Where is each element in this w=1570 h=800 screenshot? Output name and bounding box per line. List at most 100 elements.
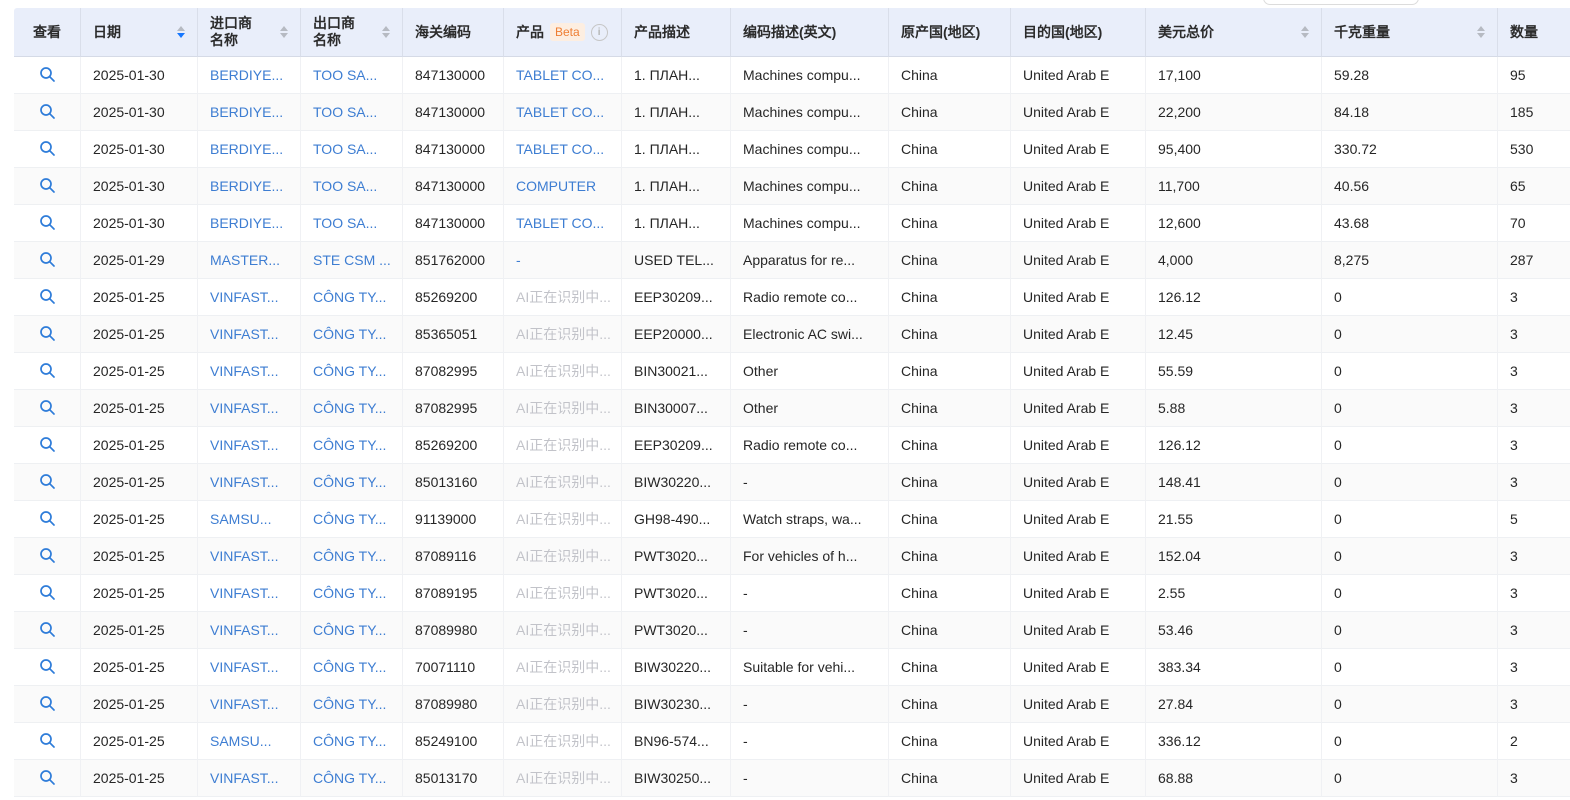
importer-link[interactable]: BERDIYE... xyxy=(210,141,283,157)
importer-link[interactable]: VINFAST... xyxy=(210,326,278,342)
view-details-button[interactable] xyxy=(36,175,58,197)
importer-link[interactable]: VINFAST... xyxy=(210,659,278,675)
header-importer[interactable]: 进口商 名称 xyxy=(198,8,301,57)
importer-link[interactable]: VINFAST... xyxy=(210,622,278,638)
hs-code-cell: 87089116 xyxy=(403,538,504,575)
sort-icon-date[interactable] xyxy=(177,26,185,39)
importer-link[interactable]: BERDIYE... xyxy=(210,104,283,120)
view-details-button[interactable] xyxy=(36,693,58,715)
importer-cell: SAMSU... xyxy=(198,723,301,760)
header-usd-total[interactable]: 美元总价 xyxy=(1146,8,1322,57)
search-icon xyxy=(39,140,56,157)
table-row: 2025-01-25 VINFAST... CÔNG TY... 8501317… xyxy=(14,760,1570,797)
view-details-button[interactable] xyxy=(36,249,58,271)
header-date[interactable]: 日期 xyxy=(81,8,198,57)
exporter-link[interactable]: CÔNG TY... xyxy=(313,437,386,453)
importer-link[interactable]: BERDIYE... xyxy=(210,215,283,231)
view-details-button[interactable] xyxy=(36,508,58,530)
exporter-link[interactable]: TOO SA... xyxy=(313,215,377,231)
usd-total-cell: 126.12 xyxy=(1146,427,1322,464)
exporter-link[interactable]: CÔNG TY... xyxy=(313,696,386,712)
importer-link[interactable]: VINFAST... xyxy=(210,437,278,453)
exporter-link[interactable]: CÔNG TY... xyxy=(313,733,386,749)
exporter-link[interactable]: CÔNG TY... xyxy=(313,548,386,564)
view-details-button[interactable] xyxy=(36,323,58,345)
exporter-link[interactable]: TOO SA... xyxy=(313,178,377,194)
product-cell-text[interactable]: TABLET CO... xyxy=(516,104,604,120)
view-details-button[interactable] xyxy=(36,286,58,308)
qty-cell: 3 xyxy=(1498,390,1570,427)
product-cell-text[interactable]: COMPUTER xyxy=(516,178,596,194)
product-cell-text[interactable]: - xyxy=(516,252,521,268)
importer-link[interactable]: BERDIYE... xyxy=(210,178,283,194)
exporter-cell: CÔNG TY... xyxy=(301,390,403,427)
header-weight-kg[interactable]: 千克重量 xyxy=(1322,8,1498,57)
product-cell-text[interactable]: TABLET CO... xyxy=(516,141,604,157)
exporter-link[interactable]: CÔNG TY... xyxy=(313,511,386,527)
header-code-desc-en-label: 编码描述(英文) xyxy=(743,24,836,40)
trade-data-table: 查看 日期 进口商 名称 xyxy=(14,8,1570,797)
origin-cell: China xyxy=(889,538,1011,575)
view-details-button[interactable] xyxy=(36,619,58,641)
sort-icon-weight-kg[interactable] xyxy=(1477,26,1485,39)
importer-link[interactable]: VINFAST... xyxy=(210,363,278,379)
exporter-link[interactable]: TOO SA... xyxy=(313,104,377,120)
view-details-button[interactable] xyxy=(36,545,58,567)
qty-cell: 3 xyxy=(1498,649,1570,686)
importer-link[interactable]: VINFAST... xyxy=(210,474,278,490)
exporter-link[interactable]: CÔNG TY... xyxy=(313,363,386,379)
view-details-button[interactable] xyxy=(36,582,58,604)
view-details-button[interactable] xyxy=(36,360,58,382)
view-details-button[interactable] xyxy=(36,767,58,789)
date-cell: 2025-01-30 xyxy=(81,57,198,94)
view-details-button[interactable] xyxy=(36,397,58,419)
exporter-link[interactable]: CÔNG TY... xyxy=(313,400,386,416)
product-cell-text[interactable]: TABLET CO... xyxy=(516,215,604,231)
sort-icon-importer[interactable] xyxy=(280,26,288,39)
view-details-button[interactable] xyxy=(36,212,58,234)
view-details-button[interactable] xyxy=(36,101,58,123)
importer-link[interactable]: VINFAST... xyxy=(210,770,278,786)
exporter-link[interactable]: CÔNG TY... xyxy=(313,289,386,305)
header-exporter[interactable]: 出口商 名称 xyxy=(301,8,403,57)
view-details-button[interactable] xyxy=(36,471,58,493)
sort-icon-exporter[interactable] xyxy=(382,26,390,39)
product-cell: AI正在识别中... xyxy=(504,390,622,427)
exporter-link[interactable]: CÔNG TY... xyxy=(313,474,386,490)
importer-link[interactable]: MASTER... xyxy=(210,252,280,268)
exporter-link[interactable]: CÔNG TY... xyxy=(313,659,386,675)
table-row: 2025-01-25 VINFAST... CÔNG TY... 8708919… xyxy=(14,575,1570,612)
product-desc-cell: PWT3020... xyxy=(622,538,731,575)
importer-link[interactable]: SAMSU... xyxy=(210,733,271,749)
exporter-link[interactable]: TOO SA... xyxy=(313,141,377,157)
caret-down-icon xyxy=(1301,33,1309,38)
exporter-link[interactable]: CÔNG TY... xyxy=(313,770,386,786)
header-origin-label: 原产国(地区) xyxy=(901,24,980,40)
header-product-label: 产品 xyxy=(516,22,544,42)
view-details-button[interactable] xyxy=(36,434,58,456)
view-details-button[interactable] xyxy=(36,730,58,752)
product-desc-cell: BN96-574... xyxy=(622,723,731,760)
importer-cell: BERDIYE... xyxy=(198,57,301,94)
exporter-link[interactable]: CÔNG TY... xyxy=(313,585,386,601)
exporter-link[interactable]: STE CSM ... xyxy=(313,252,391,268)
importer-link[interactable]: VINFAST... xyxy=(210,696,278,712)
exporter-link[interactable]: CÔNG TY... xyxy=(313,326,386,342)
importer-link[interactable]: VINFAST... xyxy=(210,289,278,305)
exporter-link[interactable]: CÔNG TY... xyxy=(313,622,386,638)
importer-link[interactable]: VINFAST... xyxy=(210,585,278,601)
view-details-button[interactable] xyxy=(36,656,58,678)
info-icon[interactable]: i xyxy=(591,24,608,41)
importer-link[interactable]: BERDIYE... xyxy=(210,67,283,83)
product-cell-text[interactable]: TABLET CO... xyxy=(516,67,604,83)
importer-link[interactable]: VINFAST... xyxy=(210,548,278,564)
view-details-button[interactable] xyxy=(36,138,58,160)
table-row: 2025-01-25 VINFAST... CÔNG TY... 8536505… xyxy=(14,316,1570,353)
view-details-button[interactable] xyxy=(36,64,58,86)
sort-icon-usd-total[interactable] xyxy=(1301,26,1309,39)
exporter-link[interactable]: TOO SA... xyxy=(313,67,377,83)
importer-link[interactable]: SAMSU... xyxy=(210,511,271,527)
caret-up-icon xyxy=(280,26,288,31)
importer-link[interactable]: VINFAST... xyxy=(210,400,278,416)
importer-cell: VINFAST... xyxy=(198,279,301,316)
